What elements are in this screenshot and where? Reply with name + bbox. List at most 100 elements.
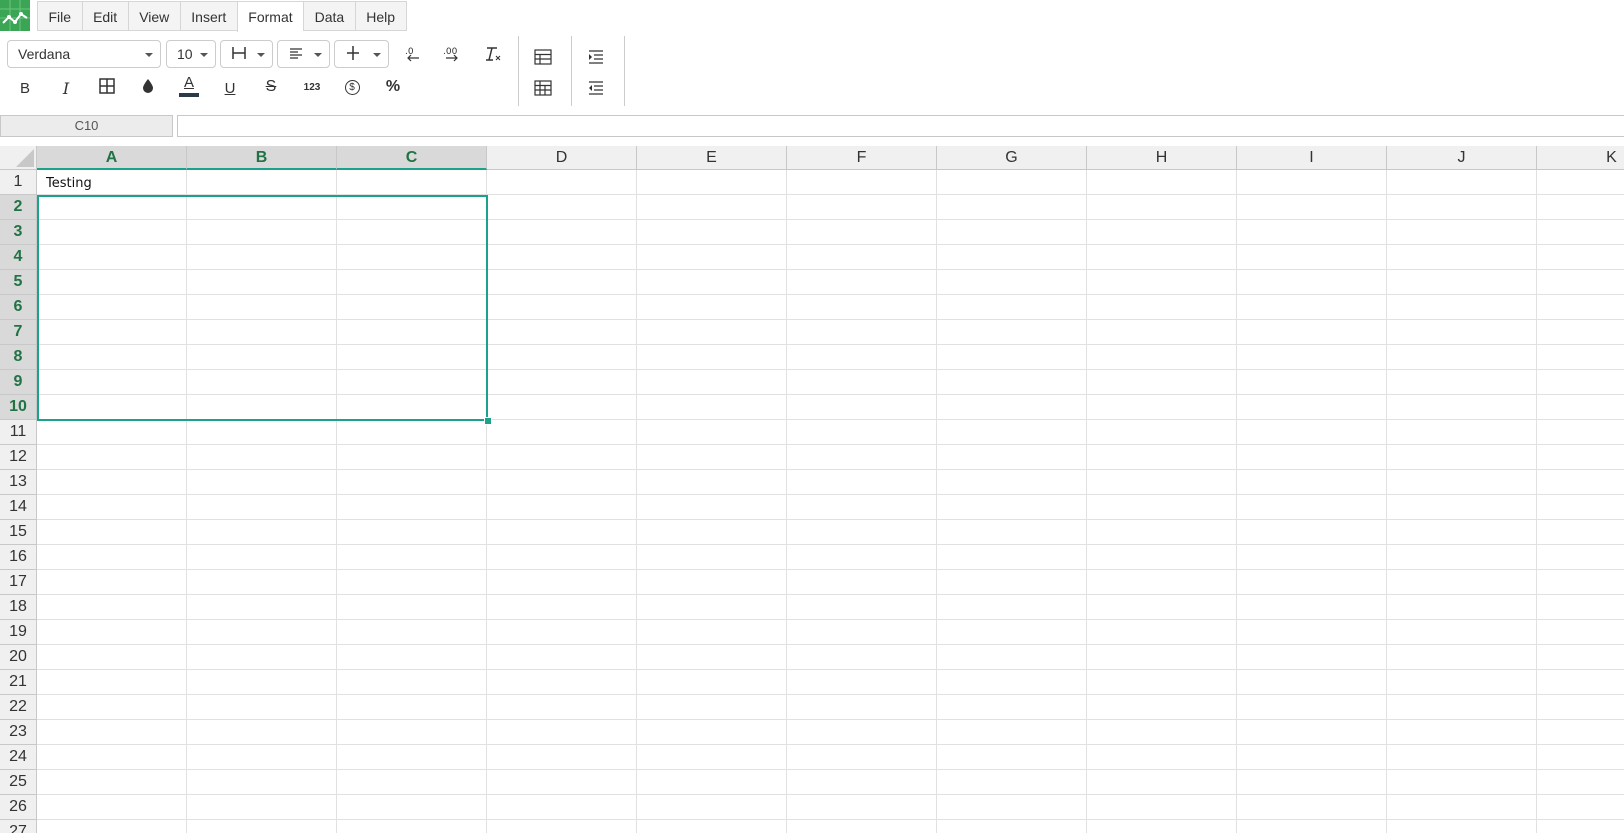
- currency-button[interactable]: $: [339, 74, 365, 100]
- row-header-18[interactable]: 18: [0, 595, 37, 620]
- spreadsheet-grid: ABCDEFGHIJK 1 2 3 4 5 6 7 8 9 10 11 12 13 14 15 16 17 18 1…: [0, 146, 1624, 833]
- row-header-19[interactable]: 19: [0, 620, 37, 645]
- row-header-25[interactable]: 25: [0, 770, 37, 795]
- svg-text:.0: .0: [405, 47, 414, 57]
- cell-a1[interactable]: Testing: [46, 176, 92, 191]
- column-header-j[interactable]: J: [1387, 146, 1537, 170]
- percent-button[interactable]: %: [380, 74, 406, 100]
- row-header-22[interactable]: 22: [0, 695, 37, 720]
- name-box[interactable]: C10: [0, 115, 173, 137]
- row-header-27[interactable]: 27: [0, 820, 37, 833]
- row-header-13[interactable]: 13: [0, 470, 37, 495]
- menu-edit[interactable]: Edit: [81, 1, 128, 31]
- row-header-21[interactable]: 21: [0, 670, 37, 695]
- borders-select[interactable]: [220, 40, 273, 68]
- underline-button[interactable]: U: [217, 75, 243, 101]
- row-header-3[interactable]: 3: [0, 220, 37, 245]
- row-header-6[interactable]: 6: [0, 295, 37, 320]
- row-header-12[interactable]: 12: [0, 445, 37, 470]
- row-header-23[interactable]: 23: [0, 720, 37, 745]
- chevron-down-icon: [145, 53, 153, 57]
- fill-color-icon[interactable]: [135, 73, 161, 99]
- row-header-20[interactable]: 20: [0, 645, 37, 670]
- merge-cells-icon[interactable]: [530, 44, 556, 70]
- chevron-down-icon: [314, 53, 322, 57]
- app-logo-icon: [0, 0, 30, 31]
- column-header-g[interactable]: G: [937, 146, 1087, 170]
- toolbar: Verdana 10 .0 .00 B I A U S 123 $ %: [0, 32, 1624, 110]
- column-header-f[interactable]: F: [787, 146, 937, 170]
- number-format-button[interactable]: 123: [299, 74, 325, 100]
- borders-all-icon[interactable]: [94, 73, 120, 99]
- menu-help[interactable]: Help: [354, 1, 407, 31]
- row-header-14[interactable]: 14: [0, 495, 37, 520]
- fill-handle[interactable]: [484, 417, 492, 425]
- decrease-decimal-icon[interactable]: .0: [399, 41, 425, 67]
- increase-indent-icon[interactable]: [583, 44, 609, 70]
- selection-range: [37, 195, 488, 421]
- formula-input[interactable]: [177, 115, 1624, 137]
- font-family-select[interactable]: Verdana: [7, 40, 161, 68]
- menu-view[interactable]: View: [127, 1, 180, 31]
- font-family-value: Verdana: [18, 46, 71, 62]
- row-header-9[interactable]: 9: [0, 370, 37, 395]
- align-left-icon: [288, 45, 304, 64]
- text-color-swatch: [179, 93, 199, 97]
- row-header-10[interactable]: 10: [0, 395, 37, 420]
- column-header-h[interactable]: H: [1087, 146, 1237, 170]
- row-header-1[interactable]: 1: [0, 170, 37, 195]
- column-header-c[interactable]: C: [337, 146, 487, 170]
- column-header-k[interactable]: K: [1537, 146, 1624, 170]
- borders-icon: [231, 45, 247, 64]
- menu-data[interactable]: Data: [303, 1, 355, 31]
- row-header-17[interactable]: 17: [0, 570, 37, 595]
- svg-text:.00: .00: [443, 47, 458, 57]
- select-all-corner[interactable]: [0, 146, 37, 170]
- menu-format[interactable]: Format: [236, 1, 304, 33]
- menu-bar: File Edit View Insert Format Data Help: [0, 0, 1624, 33]
- bold-label: B: [19, 79, 30, 97]
- increase-decimal-icon[interactable]: .00: [440, 41, 466, 67]
- italic-button[interactable]: I: [53, 75, 79, 101]
- horizontal-align-select[interactable]: [277, 40, 330, 68]
- row-header-4[interactable]: 4: [0, 245, 37, 270]
- row-header-7[interactable]: 7: [0, 320, 37, 345]
- menu-insert[interactable]: Insert: [179, 1, 237, 31]
- decrease-indent-icon[interactable]: [583, 75, 609, 101]
- italic-label: I: [62, 78, 70, 98]
- strikethrough-label: S: [265, 78, 277, 95]
- toolbar-separator: [624, 36, 625, 106]
- text-color-icon: A: [183, 74, 194, 91]
- column-header-i[interactable]: I: [1237, 146, 1387, 170]
- currency-icon: $: [344, 79, 360, 95]
- row-header-5[interactable]: 5: [0, 270, 37, 295]
- unmerge-cells-icon[interactable]: [530, 75, 556, 101]
- vertical-align-select[interactable]: [334, 40, 389, 68]
- column-header-e[interactable]: E: [637, 146, 787, 170]
- text-color-button[interactable]: A: [176, 73, 202, 99]
- column-header-d[interactable]: D: [487, 146, 637, 170]
- font-size-select[interactable]: 10: [166, 40, 216, 68]
- row-header-8[interactable]: 8: [0, 345, 37, 370]
- chevron-down-icon: [200, 53, 208, 57]
- clear-formatting-icon[interactable]: [481, 41, 507, 67]
- underline-label: U: [224, 79, 236, 97]
- menu-file[interactable]: File: [37, 1, 82, 31]
- percent-label: %: [385, 78, 401, 95]
- bold-button[interactable]: B: [12, 75, 38, 101]
- row-header-15[interactable]: 15: [0, 520, 37, 545]
- number-format-label: 123: [303, 81, 321, 93]
- row-header-11[interactable]: 11: [0, 420, 37, 445]
- row-header-24[interactable]: 24: [0, 745, 37, 770]
- strikethrough-button[interactable]: S: [258, 74, 284, 100]
- column-header-a[interactable]: A: [37, 146, 187, 170]
- column-header-b[interactable]: B: [187, 146, 337, 170]
- row-header-26[interactable]: 26: [0, 795, 37, 820]
- row-header-2[interactable]: 2: [0, 195, 37, 220]
- vertical-align-icon: [345, 45, 361, 64]
- main-menu: File Edit View Insert Format Data Help: [37, 1, 407, 33]
- chevron-down-icon: [373, 53, 381, 57]
- row-header-16[interactable]: 16: [0, 545, 37, 570]
- font-size-value: 10: [177, 46, 193, 62]
- toolbar-separator: [518, 36, 519, 106]
